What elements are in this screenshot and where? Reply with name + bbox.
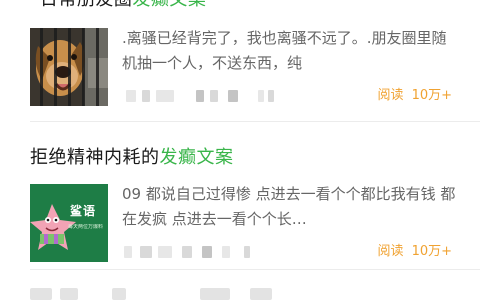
title-prefix: 拒绝精神内耗的 <box>30 147 160 168</box>
title-highlight: 发癫文案 <box>132 0 206 10</box>
article-meta: 阅读 10万+ <box>122 86 452 106</box>
blurred-source-text <box>196 90 204 102</box>
article-card-2[interactable]: 拒绝精神内耗的发癫文案 鲨语 每天两位万爆料 09 都说自己过得惨 点进去一看个… <box>0 138 480 270</box>
cropped-title-text <box>60 288 78 300</box>
read-count-label: 阅读 <box>377 244 404 259</box>
read-count-value: 10万+ <box>411 244 452 259</box>
divider <box>30 121 480 122</box>
article-title[interactable]: “日常朋友圈发癫文案 <box>30 0 206 16</box>
blurred-source-text <box>142 90 150 102</box>
blurred-source-text <box>244 246 250 258</box>
blurred-source-text <box>140 246 152 258</box>
divider <box>30 269 480 270</box>
blurred-source-text <box>182 246 192 258</box>
blurred-source-text <box>158 246 172 258</box>
article-excerpt: .离骚已经背完了，我也离骚不远了。.朋友圈里随机抽一个人，不送东西，纯 <box>122 29 447 72</box>
read-count-value: 10万+ <box>411 88 452 103</box>
blurred-source-text <box>228 90 238 102</box>
title-prefix: “日常朋友圈 <box>30 0 132 10</box>
article-excerpt: 09 都说自己过得惨 点进去一看个个都比我有钱 都在发疯 点进去一看个个长… <box>122 185 456 228</box>
read-count-label: 阅读 <box>377 88 404 103</box>
thumbnail-subcaption: 每天两位万爆料 <box>68 224 104 230</box>
article-title[interactable]: 拒绝精神内耗的发癫文案 <box>30 142 234 174</box>
article-card-3-partial[interactable] <box>0 282 480 302</box>
blurred-source-text <box>124 246 132 258</box>
blurred-source-text <box>126 90 136 102</box>
patrick-star-thumbnail[interactable]: 鲨语 每天两位万爆料 <box>30 184 108 262</box>
blurred-source-text <box>222 246 230 258</box>
patrick-star-icon <box>30 184 108 262</box>
blurred-source-text <box>156 90 174 102</box>
thumbnail-caption: 鲨语 <box>70 204 97 218</box>
cropped-title-text <box>200 288 230 300</box>
cropped-title-text <box>250 288 272 300</box>
article-card-1[interactable]: “日常朋友圈发癫文案 .离骚已经背完了，我也离骚不远了。.朋友圈里随机抽一个人，… <box>0 0 480 122</box>
read-count: 阅读 10万+ <box>378 86 452 106</box>
cropped-title-text <box>112 288 126 300</box>
blurred-source-text <box>258 90 264 102</box>
dog-icon <box>30 28 108 106</box>
read-count: 阅读 10万+ <box>378 242 452 262</box>
blurred-source-text <box>202 246 212 258</box>
dog-photo-thumbnail[interactable] <box>30 28 108 106</box>
cropped-title-text <box>30 288 52 300</box>
title-highlight: 发癫文案 <box>159 147 234 168</box>
article-meta: 阅读 10万+ <box>122 242 452 262</box>
blurred-source-text <box>210 90 218 102</box>
blurred-source-text <box>268 90 274 102</box>
